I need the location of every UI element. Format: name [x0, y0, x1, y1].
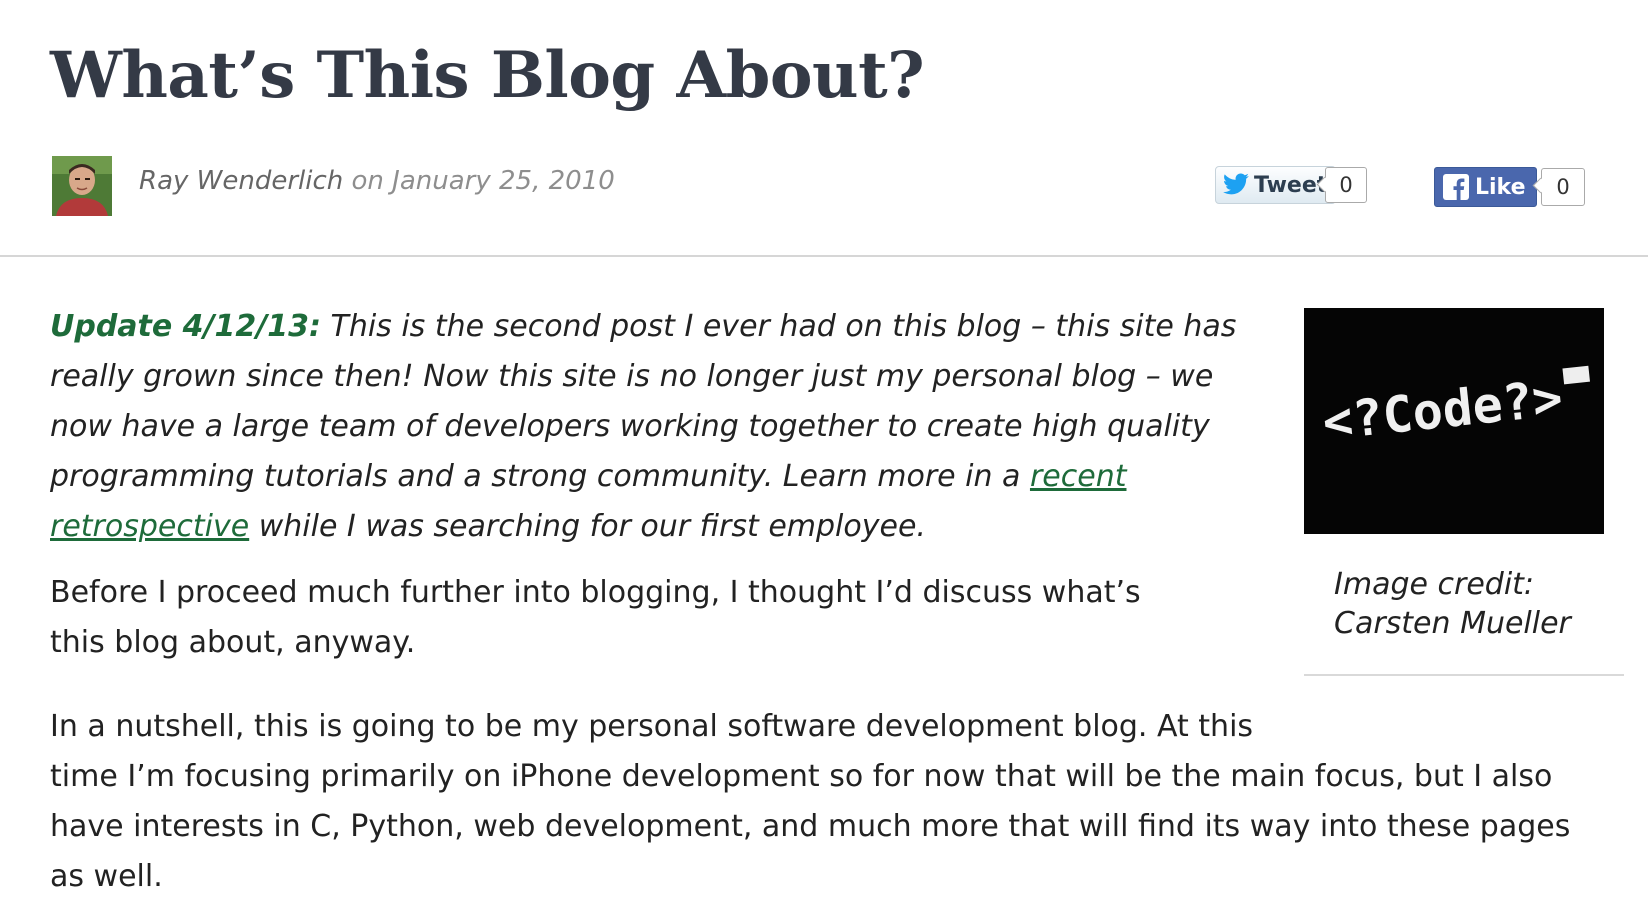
paragraph-nutshell: In a nutshell, this is going to be my pe… [50, 702, 1610, 902]
code-image-graphic: <?Code?> [1304, 308, 1604, 534]
paragraph-intro: Before I proceed much further into blogg… [50, 575, 1141, 660]
article-body: Update 4/12/13: This is the second post … [50, 302, 1570, 894]
paragraph-nutshell-rest: time I’m focusing primarily on iPhone de… [50, 759, 1571, 894]
caption-line2: Carsten Mueller [1334, 606, 1571, 641]
page-title: What’s This Blog About? [50, 38, 925, 113]
avatar[interactable] [52, 156, 112, 216]
avatar-photo [52, 156, 112, 216]
like-count: 0 [1541, 168, 1585, 206]
like-button[interactable]: Like [1434, 167, 1537, 207]
facebook-icon [1443, 174, 1469, 200]
tweet-count: 0 [1325, 167, 1367, 203]
paragraph-nutshell-line1: In a nutshell, this is going to be my pe… [50, 709, 1254, 744]
post-date: January 25, 2010 [392, 166, 615, 196]
image-caption: Image credit: Carsten Mueller [1334, 565, 1571, 643]
cursor-block [1562, 365, 1590, 385]
like-label: Like [1475, 174, 1526, 200]
header-divider [0, 255, 1648, 257]
update-label: Update 4/12/13: [50, 309, 321, 344]
author-name[interactable]: Ray Wenderlich [139, 166, 343, 196]
byline: Ray Wenderlich on January 25, 2010 [139, 166, 615, 196]
twitter-bird-icon [1223, 173, 1249, 195]
caption-line1: Image credit: [1334, 567, 1535, 602]
code-image[interactable]: <?Code?> [1304, 308, 1604, 534]
update-note: Update 4/12/13: This is the second post … [50, 302, 1250, 552]
date-prefix: on [343, 166, 393, 196]
update-text-end: while I was searching for our first empl… [249, 509, 926, 544]
caption-divider [1304, 674, 1624, 676]
